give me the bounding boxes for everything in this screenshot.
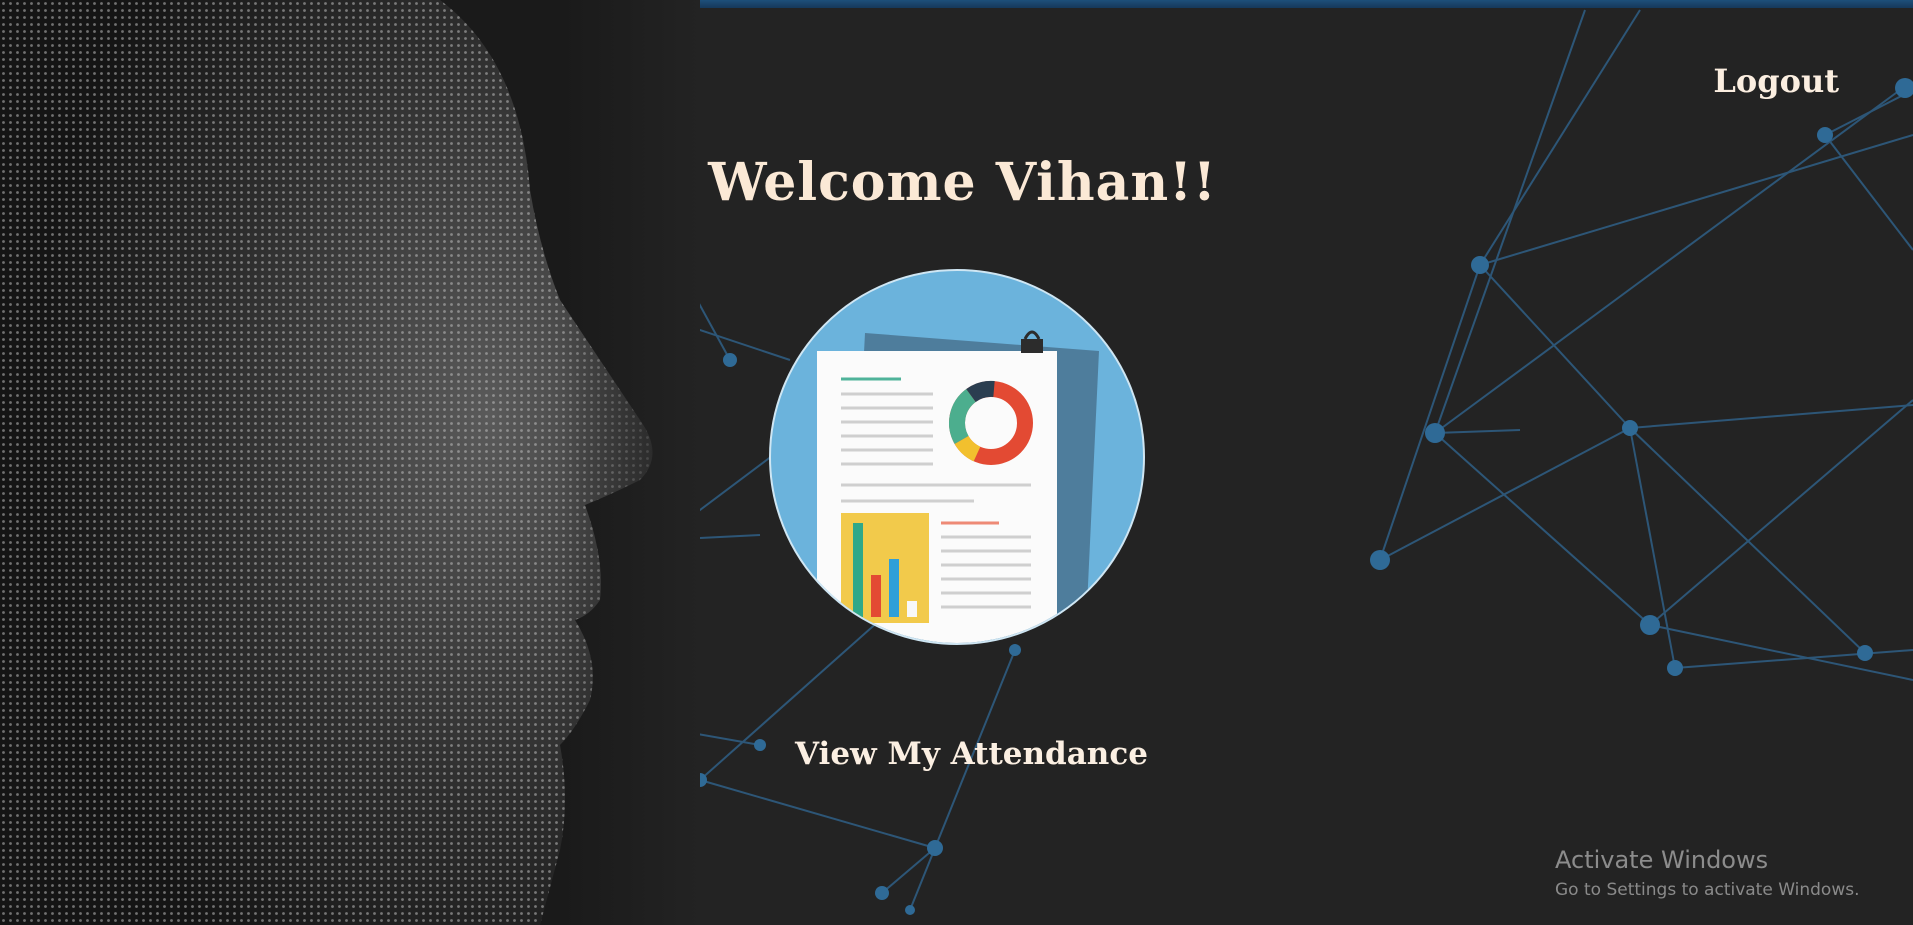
activate-windows-watermark: Activate Windows Go to Settings to activ… [1555, 846, 1860, 900]
view-attendance-link[interactable]: View My Attendance [0, 736, 1913, 772]
welcome-heading: Welcome Vihan!! [708, 152, 1217, 213]
dashboard-page: Logout Welcome Vihan!! View My Attendanc… [0, 0, 1913, 925]
watermark-subtitle: Go to Settings to activate Windows. [1555, 880, 1860, 900]
logout-link[interactable]: Logout [1713, 62, 1839, 100]
attendance-report-icon[interactable] [769, 269, 1145, 645]
watermark-title: Activate Windows [1555, 846, 1769, 874]
face-profile-image [0, 0, 700, 925]
